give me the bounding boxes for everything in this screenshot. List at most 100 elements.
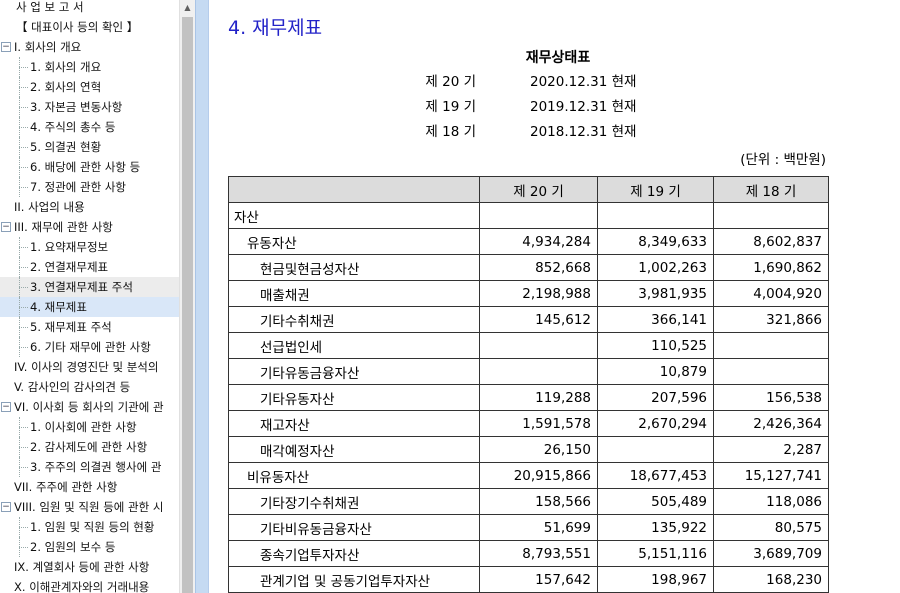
tree-connector	[19, 457, 20, 477]
sidebar-item[interactable]: V. 감사인의 감사의견 등	[0, 377, 179, 397]
sidebar-item[interactable]: 3. 주주의 의결권 행사에 관	[0, 457, 179, 477]
sidebar-item-label: VIII. 임원 및 직원 등에 관한 시	[14, 500, 164, 514]
sidebar-item-label: 1. 회사의 개요	[30, 60, 102, 74]
table-row: 관계기업 및 공동기업투자자산 157,642 198,967 168,230	[228, 566, 829, 593]
amount-cell: 321,866	[713, 306, 829, 333]
pane-splitter[interactable]	[195, 0, 209, 593]
sidebar-item[interactable]: 2. 회사의 연혁	[0, 77, 179, 97]
sidebar-item[interactable]: 3. 연결재무제표 주석	[0, 277, 179, 297]
sidebar-scrollbar[interactable]: ▲	[179, 0, 195, 593]
amount-cell: 15,127,741	[713, 462, 829, 489]
collapse-toggle-icon[interactable]: −	[1, 222, 11, 232]
sidebar-item[interactable]: 3. 자본금 변동사항	[0, 97, 179, 117]
sidebar-item[interactable]: 2. 감사제도에 관한 사항	[0, 437, 179, 457]
tree-connector	[19, 517, 20, 537]
table-body: 자산 유동자산 4,934,284 8,349,633 8,602,837 현금및현금성자…	[228, 202, 829, 593]
table-row: 기타장기수취채권 158,566 505,489 118,086	[228, 488, 829, 515]
sidebar-item[interactable]: 4. 주식의 총수 등	[0, 117, 179, 137]
table-header-row: 제 20 기 제 19 기 제 18 기	[228, 176, 829, 203]
sidebar-item[interactable]: 1. 임원 및 직원 등의 현황	[0, 517, 179, 537]
amount-cell	[479, 202, 598, 229]
table-row: 재고자산 1,591,578 2,670,294 2,426,364	[228, 410, 829, 437]
sidebar-item-label: I. 회사의 개요	[14, 40, 82, 54]
sidebar-item[interactable]: − I. 회사의 개요	[0, 37, 179, 57]
table-row: 매출채권 2,198,988 3,981,935 4,004,920	[228, 280, 829, 307]
tree-connector	[19, 267, 28, 268]
sidebar-item[interactable]: IV. 이사의 경영진단 및 분석의	[0, 357, 179, 377]
sidebar-item-label: VI. 이사회 등 회사의 기관에 관	[14, 400, 164, 414]
sidebar-item[interactable]: 2. 연결재무제표	[0, 257, 179, 277]
amount-cell: 4,004,920	[713, 280, 829, 307]
tree-connector	[19, 547, 28, 548]
sidebar-item[interactable]: − VI. 이사회 등 회사의 기관에 관	[0, 397, 179, 417]
account-name-cell: 관계기업 및 공동기업투자자산	[228, 566, 480, 593]
tree-connector	[19, 177, 20, 197]
amount-cell: 118,086	[713, 488, 829, 515]
scroll-up-arrow-icon[interactable]: ▲	[180, 0, 195, 16]
tree-connector	[19, 277, 20, 297]
period-label: 제 18 기	[425, 124, 476, 140]
statement-title: 재무상태표	[525, 50, 591, 66]
sidebar-item[interactable]: II. 사업의 내용	[0, 197, 179, 217]
tree-connector	[19, 57, 20, 77]
tree-connector	[19, 247, 28, 248]
sidebar-item[interactable]: 4. 재무제표	[0, 297, 179, 317]
sidebar-item[interactable]: 6. 기타 재무에 관한 사항	[0, 337, 179, 357]
tree-connector	[19, 237, 20, 257]
sidebar-item-label: V. 감사인의 감사의견 등	[14, 380, 131, 394]
amount-cell: 18,677,453	[597, 462, 714, 489]
amount-cell	[597, 202, 714, 229]
amount-cell: 51,699	[479, 514, 598, 541]
table-row: 종속기업투자자산 8,793,551 5,151,116 3,689,709	[228, 540, 829, 567]
amount-cell: 8,793,551	[479, 540, 598, 567]
collapse-toggle-icon[interactable]: −	[1, 42, 11, 52]
sidebar-item[interactable]: 1. 요약재무정보	[0, 237, 179, 257]
account-name-cell: 기타수취채권	[228, 306, 480, 333]
sidebar-item[interactable]: 7. 정관에 관한 사항	[0, 177, 179, 197]
tree-connector	[19, 347, 28, 348]
amount-cell: 110,525	[597, 332, 714, 359]
sidebar-item[interactable]: 5. 재무제표 주석	[0, 317, 179, 337]
table-row: 기타수취채권 145,612 366,141 321,866	[228, 306, 829, 333]
period-date: 2018.12.31 현재	[530, 124, 637, 140]
sidebar-item-label: 4. 재무제표	[30, 300, 87, 314]
sidebar-item[interactable]: − VIII. 임원 및 직원 등에 관한 시	[0, 497, 179, 517]
sidebar-item[interactable]: 1. 회사의 개요	[0, 57, 179, 77]
amount-cell: 2,287	[713, 436, 829, 463]
table-row: 기타유동금융자산 10,879	[228, 358, 829, 385]
sidebar-item[interactable]: 5. 의결권 현황	[0, 137, 179, 157]
period-date: 2019.12.31 현재	[530, 99, 637, 115]
tree-connector	[19, 67, 28, 68]
sidebar-item[interactable]: VII. 주주에 관한 사항	[0, 477, 179, 497]
sidebar-item[interactable]: 사 업 보 고 서	[0, 0, 179, 17]
sidebar-item-label: 2. 임원의 보수 등	[30, 540, 116, 554]
tree-connector	[19, 187, 28, 188]
tree-connector	[19, 257, 20, 277]
collapse-toggle-icon[interactable]: −	[1, 402, 11, 412]
account-name-cell: 현금및현금성자산	[228, 254, 480, 281]
column-header: 제 18 기	[713, 176, 829, 203]
sidebar-item[interactable]: 6. 배당에 관한 사항 등	[0, 157, 179, 177]
amount-cell	[597, 436, 714, 463]
amount-cell: 3,689,709	[713, 540, 829, 567]
tree-connector	[19, 337, 20, 357]
account-name-cell: 자산	[228, 202, 480, 229]
sidebar-item[interactable]: X. 이해관계자와의 거래내용	[0, 577, 179, 593]
sidebar-item[interactable]: 2. 임원의 보수 등	[0, 537, 179, 557]
tree-connector	[19, 97, 20, 117]
amount-cell	[713, 358, 829, 385]
tree-connector	[19, 317, 20, 337]
sidebar-item[interactable]: 1. 이사회에 관한 사항	[0, 417, 179, 437]
sidebar-item[interactable]: − III. 재무에 관한 사항	[0, 217, 179, 237]
tree-connector	[19, 417, 20, 437]
amount-cell: 8,349,633	[597, 228, 714, 255]
collapse-toggle-icon[interactable]: −	[1, 502, 11, 512]
tree-connector	[19, 117, 20, 137]
tree-connector	[19, 437, 20, 457]
sidebar-item[interactable]: IX. 계열회사 등에 관한 사항	[0, 557, 179, 577]
account-name-cell: 재고자산	[228, 410, 480, 437]
tree-connector	[19, 427, 28, 428]
table-row: 기타비유동금융자산 51,699 135,922 80,575	[228, 514, 829, 541]
sidebar-item[interactable]: 【 대표이사 등의 확인 】	[0, 17, 179, 37]
scroll-thumb[interactable]	[182, 17, 193, 593]
